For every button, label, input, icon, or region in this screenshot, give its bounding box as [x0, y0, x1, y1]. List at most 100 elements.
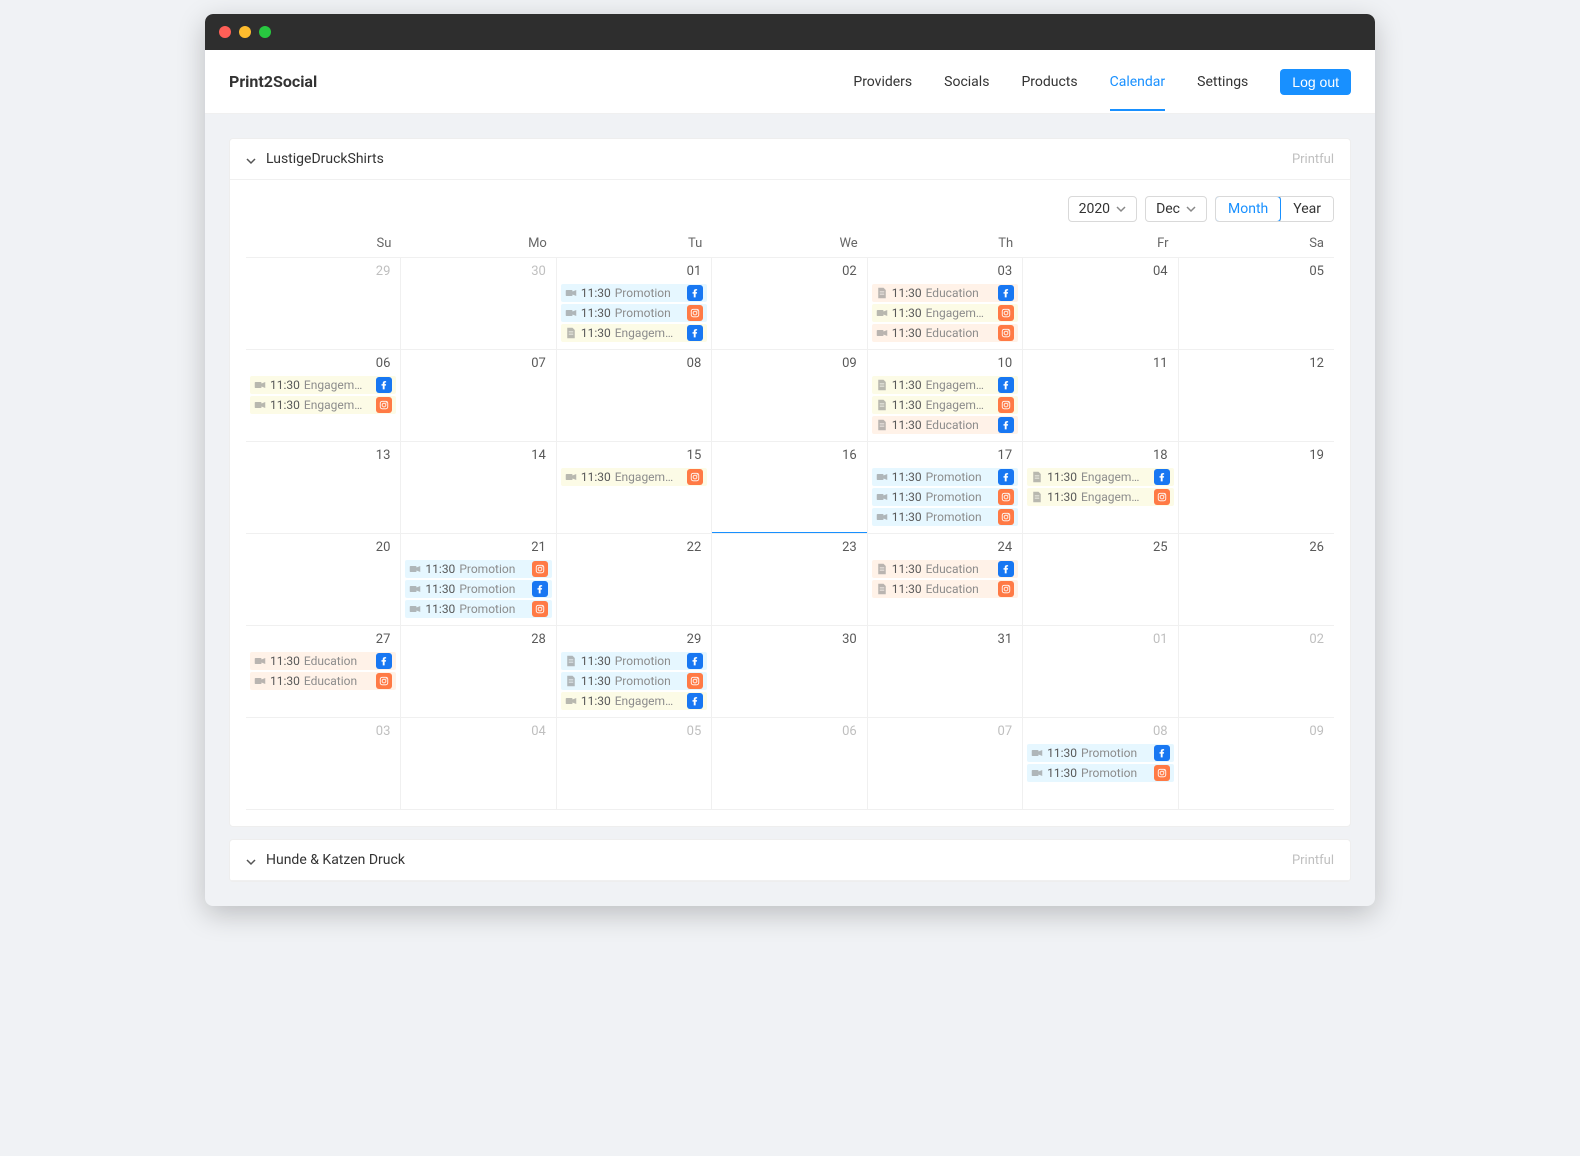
- calendar-cell[interactable]: 22: [557, 534, 712, 626]
- calendar-event[interactable]: 11:30Promotion: [1027, 764, 1173, 782]
- instagram-icon: [1154, 765, 1170, 781]
- nav-socials[interactable]: Socials: [944, 74, 989, 90]
- calendar-event[interactable]: 11:30Engagem…: [561, 324, 707, 342]
- calendar-cell[interactable]: 0611:30Engagem…11:30Engagem…: [246, 350, 401, 442]
- calendar-cell[interactable]: 1011:30Engagem…11:30Engagem…11:30Educati…: [868, 350, 1023, 442]
- day-number: 28: [531, 632, 546, 647]
- calendar-event[interactable]: 11:30Promotion: [872, 508, 1018, 526]
- calendar-cell[interactable]: 2111:30Promotion11:30Promotion11:30Promo…: [401, 534, 556, 626]
- document-icon: [565, 655, 577, 667]
- calendar-cell[interactable]: 28: [401, 626, 556, 718]
- calendar-cell[interactable]: 03: [246, 718, 401, 810]
- calendar-event[interactable]: 11:30Engagem…: [1027, 468, 1173, 486]
- calendar-cell[interactable]: 12: [1179, 350, 1334, 442]
- calendar-event[interactable]: 11:30Engagem…: [1027, 488, 1173, 506]
- calendar-cell[interactable]: 29: [246, 258, 401, 350]
- day-number: 20: [376, 540, 391, 555]
- panel-header[interactable]: Hunde & Katzen Druck Printful: [230, 840, 1350, 881]
- calendar-event[interactable]: 11:30Engagem…: [250, 396, 396, 414]
- calendar-cell[interactable]: 06: [712, 718, 867, 810]
- event-label: Engagem…: [615, 694, 684, 708]
- close-window-icon[interactable]: [219, 26, 231, 38]
- calendar-event[interactable]: 11:30Education: [872, 560, 1018, 578]
- calendar-event[interactable]: 11:30Promotion: [872, 468, 1018, 486]
- day-number: 02: [1309, 632, 1324, 647]
- calendar-cell[interactable]: 30: [712, 626, 867, 718]
- calendar-event[interactable]: 11:30Promotion: [405, 560, 551, 578]
- day-of-week-header: We: [712, 230, 867, 258]
- calendar-cell[interactable]: 0811:30Promotion11:30Promotion: [1023, 718, 1178, 810]
- calendar-event[interactable]: 11:30Engagem…: [561, 692, 707, 710]
- calendar-cell[interactable]: 07: [868, 718, 1023, 810]
- calendar-cell[interactable]: 01: [1023, 626, 1178, 718]
- calendar-event[interactable]: 11:30Education: [250, 652, 396, 670]
- calendar-event[interactable]: 11:30Promotion: [872, 488, 1018, 506]
- calendar-cell[interactable]: 2411:30Education11:30Education: [868, 534, 1023, 626]
- calendar-cell[interactable]: 23: [712, 534, 867, 626]
- calendar-cell[interactable]: 30: [401, 258, 556, 350]
- calendar-cell[interactable]: 1711:30Promotion11:30Promotion11:30Promo…: [868, 442, 1023, 534]
- month-select[interactable]: Dec: [1145, 196, 1207, 222]
- logout-button[interactable]: Log out: [1280, 69, 1351, 95]
- calendar-cell[interactable]: 08: [557, 350, 712, 442]
- calendar-cell[interactable]: 09: [712, 350, 867, 442]
- day-number: 18: [1153, 448, 1168, 463]
- calendar-event[interactable]: 11:30Promotion: [561, 672, 707, 690]
- calendar-event[interactable]: 11:30Education: [250, 672, 396, 690]
- calendar-cell[interactable]: 14: [401, 442, 556, 534]
- calendar-cell[interactable]: 18 11:30Engagem… 11:30Engagem…: [1023, 442, 1178, 534]
- calendar-event[interactable]: 11:30Promotion: [561, 304, 707, 322]
- panel-header[interactable]: LustigeDruckShirts Printful: [230, 139, 1350, 180]
- calendar-cell[interactable]: 09: [1179, 718, 1334, 810]
- calendar-event[interactable]: 11:30Engagem…: [872, 376, 1018, 394]
- calendar-event[interactable]: 11:30Engagem…: [561, 468, 707, 486]
- calendar-cell[interactable]: 05: [1179, 258, 1334, 350]
- calendar-cell[interactable]: 19: [1179, 442, 1334, 534]
- nav-products[interactable]: Products: [1021, 74, 1077, 90]
- calendar-event[interactable]: 11:30Engagem…: [872, 304, 1018, 322]
- document-icon: [1031, 471, 1043, 483]
- year-select[interactable]: 2020: [1068, 196, 1137, 222]
- view-year-button[interactable]: Year: [1280, 197, 1333, 221]
- event-label: Promotion: [926, 490, 995, 504]
- calendar-cell[interactable]: 05: [557, 718, 712, 810]
- calendar-event[interactable]: 11:30Promotion: [1027, 744, 1173, 762]
- event-label: Engagem…: [304, 398, 373, 412]
- calendar-event[interactable]: 11:30Promotion: [405, 600, 551, 618]
- nav-calendar[interactable]: Calendar: [1110, 74, 1166, 90]
- event-label: Promotion: [1081, 746, 1150, 760]
- calendar-event[interactable]: 11:30Education: [872, 324, 1018, 342]
- calendar-cell[interactable]: 02: [1179, 626, 1334, 718]
- calendar-event[interactable]: 11:30Education: [872, 284, 1018, 302]
- app-window: Print2Social Providers Socials Products …: [205, 14, 1375, 906]
- calendar-event[interactable]: 11:30Promotion: [561, 284, 707, 302]
- calendar-cell[interactable]: 11: [1023, 350, 1178, 442]
- calendar-cell[interactable]: 26: [1179, 534, 1334, 626]
- panel-title: LustigeDruckShirts: [266, 151, 384, 167]
- calendar-event[interactable]: 11:30Promotion: [561, 652, 707, 670]
- calendar-cell[interactable]: 31: [868, 626, 1023, 718]
- nav-providers[interactable]: Providers: [853, 74, 912, 90]
- calendar-event[interactable]: 11:30Education: [872, 580, 1018, 598]
- calendar-cell[interactable]: 2911:30Promotion11:30Promotion11:30Engag…: [557, 626, 712, 718]
- calendar-cell[interactable]: 2711:30Education11:30Education: [246, 626, 401, 718]
- nav-settings[interactable]: Settings: [1197, 74, 1248, 90]
- calendar-cell[interactable]: 0111:30Promotion11:30Promotion11:30Engag…: [557, 258, 712, 350]
- calendar-event[interactable]: 11:30Promotion: [405, 580, 551, 598]
- calendar-cell[interactable]: 25: [1023, 534, 1178, 626]
- calendar-event[interactable]: 11:30Education: [872, 416, 1018, 434]
- calendar-cell[interactable]: 1511:30Engagem…: [557, 442, 712, 534]
- calendar-cell[interactable]: 07: [401, 350, 556, 442]
- maximize-window-icon[interactable]: [259, 26, 271, 38]
- calendar-cell[interactable]: 02: [712, 258, 867, 350]
- calendar-cell[interactable]: 13: [246, 442, 401, 534]
- calendar-cell[interactable]: 20: [246, 534, 401, 626]
- calendar-cell[interactable]: 04: [401, 718, 556, 810]
- calendar-event[interactable]: 11:30Engagem…: [250, 376, 396, 394]
- calendar-cell[interactable]: 0311:30Education11:30Engagem…11:30Educat…: [868, 258, 1023, 350]
- minimize-window-icon[interactable]: [239, 26, 251, 38]
- calendar-cell[interactable]: 04: [1023, 258, 1178, 350]
- calendar-event[interactable]: 11:30Engagem…: [872, 396, 1018, 414]
- view-month-button[interactable]: Month: [1215, 196, 1281, 222]
- calendar-cell[interactable]: 16: [712, 442, 867, 534]
